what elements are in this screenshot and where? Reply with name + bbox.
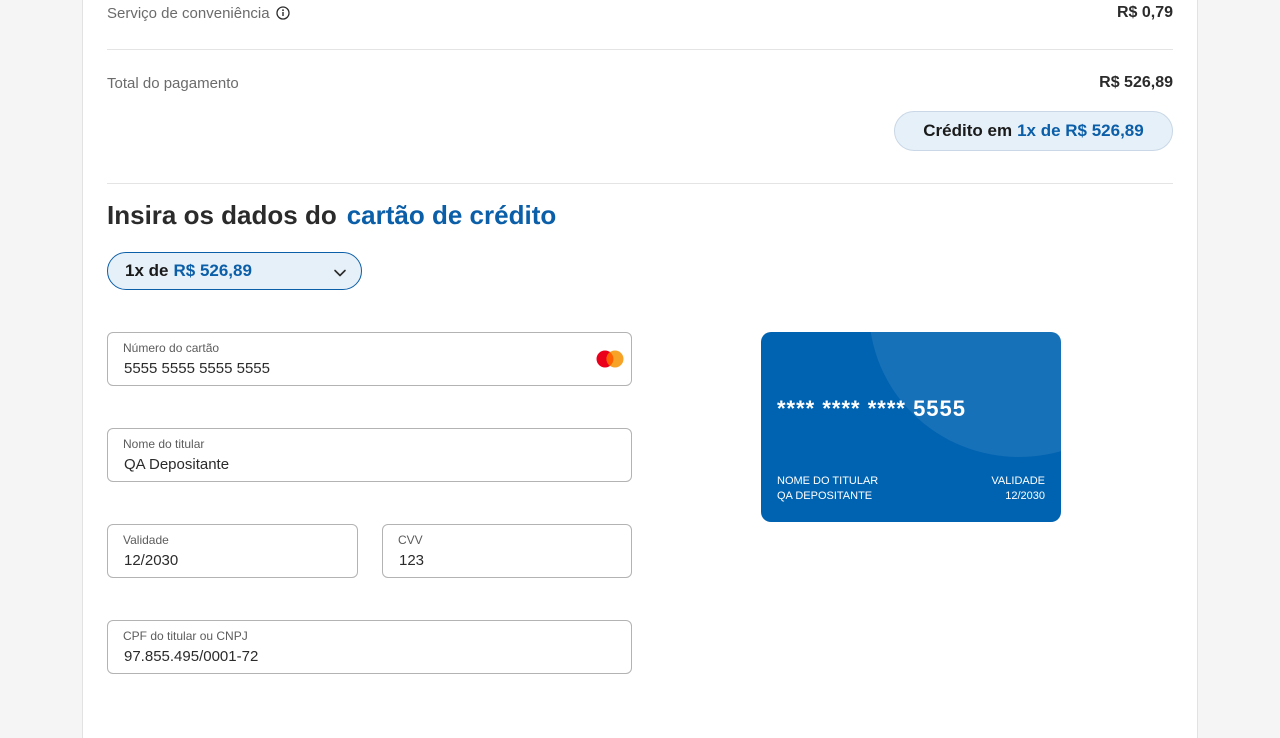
info-icon[interactable] xyxy=(275,6,290,20)
cvv-label: CVV xyxy=(398,533,423,547)
document-field[interactable]: CPF do titular ou CNPJ xyxy=(107,620,632,674)
card-preview-expiry-label: VALIDADE xyxy=(991,475,1045,487)
installments-prefix: 1x de xyxy=(125,261,169,280)
card-preview-number: **** **** **** 5555 xyxy=(777,396,967,421)
credit-pill-amount: 1x de R$ 526,89 xyxy=(1017,121,1144,140)
expiry-input[interactable] xyxy=(124,552,324,569)
card-preview-expiry-value: 12/2030 xyxy=(1005,490,1045,502)
installments-amount: R$ 526,89 xyxy=(173,261,252,280)
card-preview: **** **** **** 5555 NOME DO TITULAR QA D… xyxy=(761,332,1061,522)
cvv-field[interactable]: CVV xyxy=(382,524,632,578)
divider xyxy=(107,183,1173,184)
service-fee-value: R$ 0,79 xyxy=(1116,4,1173,21)
chevron-down-icon xyxy=(333,265,347,279)
total-label: Total do pagamento xyxy=(107,74,239,92)
card-number-label: Número do cartão xyxy=(123,341,220,355)
expiry-field[interactable]: Validade xyxy=(107,524,358,578)
card-preview-holder-value: QA DEPOSITANTE xyxy=(777,490,873,502)
section-title-prefix: Insira os dados do xyxy=(107,200,337,230)
section-title-highlight: cartão de crédito xyxy=(346,200,557,230)
section-title: Insira os dados do cartão de crédito xyxy=(107,200,556,231)
total-row: Total do pagamento R$ 526,89 xyxy=(107,74,1173,92)
credit-summary-pill: Crédito em 1x de R$ 526,89 xyxy=(894,111,1173,151)
holder-name-input[interactable] xyxy=(124,456,543,473)
card-number-input[interactable] xyxy=(124,360,543,377)
document-input[interactable] xyxy=(124,648,543,665)
document-label: CPF do titular ou CNPJ xyxy=(123,629,248,643)
cvv-input[interactable] xyxy=(399,552,598,569)
credit-pill-prefix: Crédito em xyxy=(923,121,1013,140)
total-value: R$ 526,89 xyxy=(1099,74,1173,91)
holder-name-field[interactable]: Nome do titular xyxy=(107,428,632,482)
card-preview-holder-label: NOME DO TITULAR xyxy=(777,475,879,487)
card-decoration xyxy=(869,332,1061,457)
installments-select[interactable]: 1x de R$ 526,89 xyxy=(107,252,362,290)
holder-name-label: Nome do titular xyxy=(123,437,205,451)
service-fee-row: Serviço de conveniência R$ 0,79 xyxy=(107,4,1173,22)
divider xyxy=(107,49,1173,50)
mastercard-icon xyxy=(595,349,627,369)
expiry-label: Validade xyxy=(123,533,169,547)
card-number-field[interactable]: Número do cartão xyxy=(107,332,632,386)
service-fee-label: Serviço de conveniência xyxy=(107,4,270,22)
